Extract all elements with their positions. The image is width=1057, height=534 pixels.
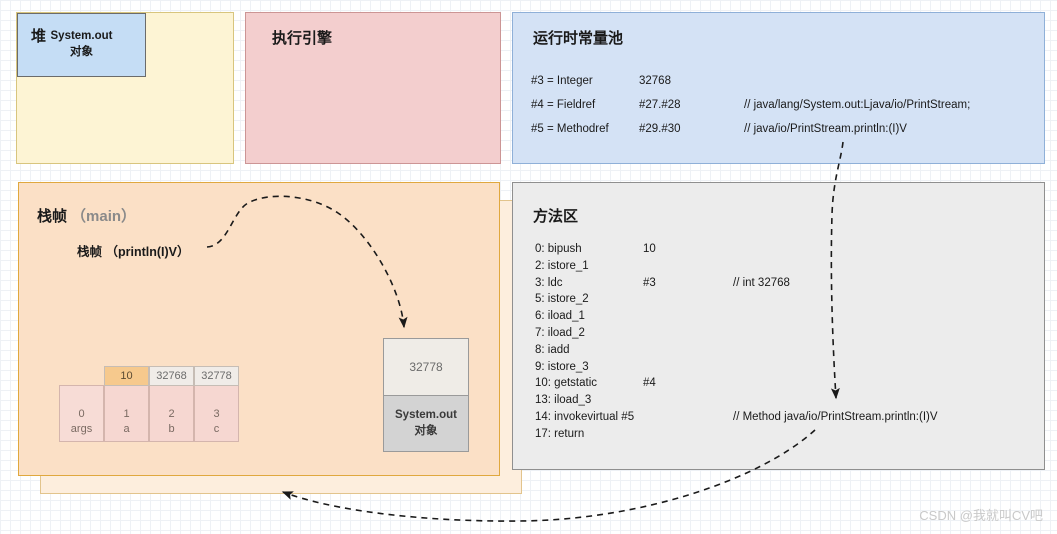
constant-pool-entry-value: #27.#28 <box>639 99 681 111</box>
bytecode-operand <box>643 392 733 409</box>
bytecode-opcode: 6: iload_1 <box>535 310 585 323</box>
operand-stack-object-line2: 对象 <box>414 424 438 437</box>
operand-stack-top-value: 32778 <box>409 360 443 374</box>
local-variable-index: 1 <box>123 408 130 420</box>
bytecode-opcode: 3: ldc <box>535 276 563 289</box>
bytecode-comment: // int 32768 <box>733 276 790 289</box>
bytecode-operand: 10 <box>643 243 656 255</box>
local-variable-slot: 10 1 a <box>104 366 149 442</box>
bytecode-instruction: 7: iload_2 <box>535 325 938 342</box>
local-variable-index: 2 <box>168 408 175 420</box>
bytecode-operand <box>643 325 733 342</box>
local-variable-slot: 0 args <box>59 385 104 442</box>
heap-region: 堆 System.out 对象 <box>16 12 234 164</box>
constant-pool-entry-ref: #5 = Methodref <box>531 123 609 135</box>
bytecode-opcode: 17: return <box>535 427 585 440</box>
stack-frame-println-title: 栈帧 （println(I)V） <box>77 245 190 259</box>
bytecode-instruction: 13: iload_3 <box>535 392 938 409</box>
operand-stack-top-cell: 32778 <box>383 338 469 396</box>
local-variable-value: 32768 <box>149 366 194 386</box>
bytecode-instruction: 0: bipush 10 <box>535 241 938 258</box>
runtime-constant-pool-region: 运行时常量池 #3 = Integer 32768 #4 = Fieldref #27… <box>512 12 1045 164</box>
operand-stack-object-cell: System.out 对象 <box>383 396 469 452</box>
bytecode-opcode: 2: istore_1 <box>535 259 589 272</box>
bytecode-opcode: 7: iload_2 <box>535 326 585 339</box>
bytecode-comment: // Method java/io/PrintStream.println:(I… <box>733 410 938 423</box>
local-variable-index: 3 <box>213 408 220 420</box>
execution-engine-region: 执行引擎 <box>245 12 501 164</box>
operand-stack: 32778 System.out 对象 <box>383 338 469 452</box>
local-variable-name: a <box>123 423 130 435</box>
bytecode-operand <box>643 409 733 426</box>
bytecode-instruction: 14: invokevirtual #5 // Method java/io/Pr… <box>535 409 938 426</box>
constant-pool-entry-value: #29.#30 <box>639 123 681 135</box>
csdn-watermark: CSDN @我就叫CV吧 <box>919 508 1043 523</box>
bytecode-instruction: 10: getstatic #4 <box>535 375 938 392</box>
bytecode-operand <box>643 426 733 443</box>
local-variable-name: c <box>213 423 220 435</box>
bytecode-instruction: 2: istore_1 <box>535 258 938 275</box>
bytecode-operand: #4 <box>643 377 656 390</box>
heap-title: 堆 <box>31 28 47 45</box>
local-variable-value: 32778 <box>194 366 239 386</box>
bytecode-instruction: 6: iload_1 <box>535 308 938 325</box>
local-variable-table: 0 args 10 1 a 32768 2 b 32778 3 c <box>59 366 239 442</box>
runtime-constant-pool-title: 运行时常量池 <box>533 30 624 47</box>
method-area-region: 方法区 0: bipush 10 2: istore_1 3: ldc #3 // int… <box>512 182 1045 470</box>
constant-pool-entry: #5 = Methodref #29.#30 // java/io/PrintStr… <box>531 123 970 147</box>
bytecode-operand: #3 <box>643 276 656 289</box>
constant-pool-entry-ref: #3 = Integer <box>531 75 593 87</box>
bytecode-opcode: 10: getstatic <box>535 377 598 390</box>
stack-frame-main-label: 栈帧 <box>37 208 68 225</box>
bytecode-instruction: 8: iadd <box>535 342 938 359</box>
local-variable-value: 10 <box>104 366 149 386</box>
bytecode-operand <box>643 291 733 308</box>
constant-pool-entry: #4 = Fieldref #27.#28 // java/lang/System.… <box>531 99 970 123</box>
operand-stack-object-line1: System.out <box>395 408 457 421</box>
heap-object-line2: 对象 <box>70 46 93 58</box>
execution-engine-title: 执行引擎 <box>272 30 333 47</box>
constant-pool-entry: #3 = Integer 32768 <box>531 75 970 99</box>
bytecode-instruction: 9: istore_3 <box>535 359 938 376</box>
bytecode-listing: 0: bipush 10 2: istore_1 3: ldc #3 // int 327… <box>535 241 938 443</box>
bytecode-instruction: 5: istore_2 <box>535 291 938 308</box>
constant-pool-entry-comment: // java/lang/System.out:Ljava/io/PrintSt… <box>744 99 971 111</box>
bytecode-instruction: 17: return <box>535 426 938 443</box>
bytecode-opcode: 13: iload_3 <box>535 394 592 407</box>
bytecode-opcode: 9: istore_3 <box>535 360 589 373</box>
bytecode-opcode: 14: invokevirtual #5 <box>535 410 635 423</box>
local-variable-name: b <box>168 423 175 435</box>
bytecode-opcode: 5: istore_2 <box>535 293 589 306</box>
bytecode-operand <box>643 342 733 359</box>
bytecode-operand <box>643 308 733 325</box>
local-variable-slot: 32768 2 b <box>149 366 194 442</box>
diagram-canvas: 堆 System.out 对象 执行引擎 运行时常量池 #3 = Integer… <box>0 0 1057 534</box>
method-area-title: 方法区 <box>533 208 579 225</box>
heap-object-line1: System.out <box>50 30 113 43</box>
local-variable-slot: 32778 3 c <box>194 366 239 442</box>
stack-frame-main-sublabel: （main） <box>71 208 137 225</box>
constant-pool-entry-value: 32768 <box>639 75 671 87</box>
local-variable-name: args <box>70 423 93 435</box>
stack-frame-main-region: 栈帧 （main） 栈帧 （println(I)V） 0 args 10 1 a 32768… <box>18 182 500 476</box>
stack-frame-main-title: 栈帧 （main） <box>37 205 136 226</box>
bytecode-operand <box>643 258 733 275</box>
runtime-constant-pool-entries: #3 = Integer 32768 #4 = Fieldref #27.#28 // … <box>531 75 970 147</box>
bytecode-instruction: 3: ldc #3 // int 32768 <box>535 275 938 292</box>
bytecode-opcode: 8: iadd <box>535 343 570 356</box>
bytecode-operand <box>643 359 733 376</box>
bytecode-opcode: 0: bipush <box>535 243 582 255</box>
local-variable-index: 0 <box>78 408 85 420</box>
constant-pool-entry-comment: // java/io/PrintStream.println:(I)V <box>744 123 907 135</box>
constant-pool-entry-ref: #4 = Fieldref <box>531 99 596 111</box>
